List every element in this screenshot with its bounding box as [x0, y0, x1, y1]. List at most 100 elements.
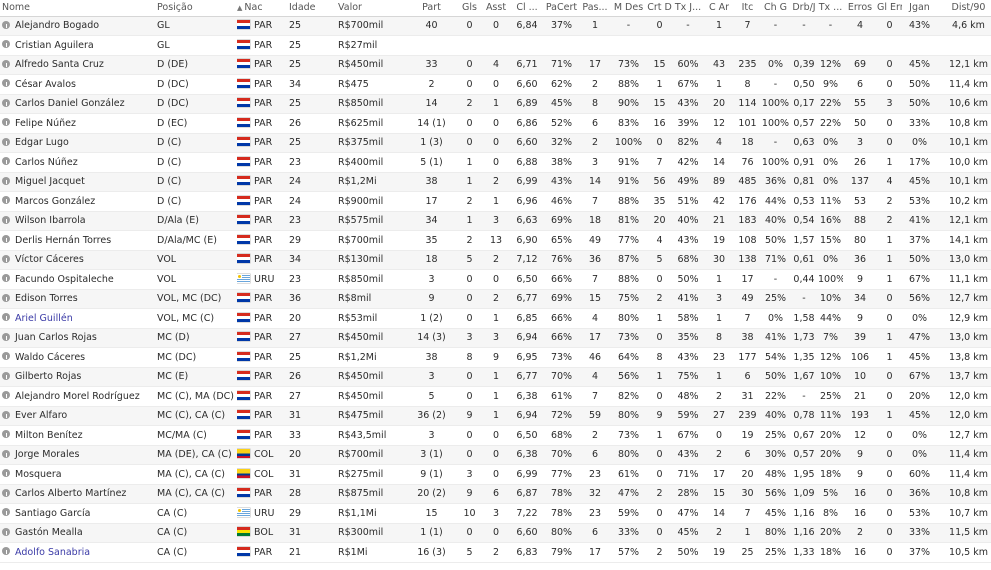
- player-name-cell[interactable]: Cristian Aguilera: [0, 35, 157, 56]
- col-header-nac[interactable]: ▲ Nac: [237, 0, 289, 17]
- table-row[interactable]: Carlos Alberto Martínez MA (C), CA (C) PAR…: [0, 484, 991, 504]
- col-header-valor[interactable]: Valor: [338, 0, 405, 17]
- table-row[interactable]: Mosquera MA (C), CA (C) COL 31 R$275mil 9 (1)…: [0, 464, 991, 485]
- player-name[interactable]: César Avalos: [15, 79, 76, 90]
- col-header-dist[interactable]: Dist/90: [937, 0, 991, 17]
- col-header-mdes[interactable]: M Des: [610, 0, 647, 17]
- table-row[interactable]: Adolfo Sanabria CA (C) PAR 21 R$1Mi 16 (3) 5 2 6…: [0, 542, 991, 563]
- info-icon[interactable]: [2, 118, 10, 127]
- info-icon[interactable]: [2, 488, 10, 497]
- player-name-cell[interactable]: César Avalos: [0, 74, 157, 95]
- info-icon[interactable]: [2, 391, 10, 400]
- info-icon[interactable]: [2, 371, 10, 380]
- col-header-car[interactable]: C Ar: [704, 0, 734, 17]
- player-name-cell[interactable]: Mosquera: [0, 464, 157, 485]
- table-row[interactable]: Edgar Lugo D (C) PAR 25 R$375mil 1 (3) 0 0 6,60 3…: [0, 133, 991, 153]
- player-name-cell[interactable]: Juan Carlos Rojas: [0, 328, 157, 348]
- col-header-erros[interactable]: Erros: [843, 0, 877, 17]
- col-header-crt[interactable]: Crt D: [647, 0, 672, 17]
- col-header-cl[interactable]: Cl ...: [511, 0, 543, 17]
- table-row[interactable]: Alejandro Morel Rodríguez MC (C), MA (DC)…: [0, 386, 991, 407]
- player-name[interactable]: Edison Torres: [15, 293, 78, 304]
- info-icon[interactable]: [2, 332, 10, 341]
- player-name[interactable]: Milton Benítez: [15, 430, 83, 441]
- col-header-gls[interactable]: Gls: [458, 0, 481, 17]
- info-icon[interactable]: [2, 215, 10, 224]
- player-name[interactable]: Ariel Guillén: [15, 313, 73, 324]
- player-name-cell[interactable]: Carlos Daniel González: [0, 94, 157, 114]
- table-row[interactable]: César Avalos D (DC) PAR 34 R$475 2 0 0 6,60 62% 2 8…: [0, 74, 991, 95]
- player-name-cell[interactable]: Derlis Hernán Torres: [0, 230, 157, 251]
- player-name-cell[interactable]: Ariel Guillén: [0, 308, 157, 329]
- player-name[interactable]: Waldo Cáceres: [15, 352, 85, 363]
- player-name-cell[interactable]: Alejandro Morel Rodríguez: [0, 386, 157, 407]
- player-name-cell[interactable]: Carlos Núñez: [0, 152, 157, 173]
- player-name[interactable]: Alejandro Morel Rodríguez: [15, 391, 140, 402]
- player-name-cell[interactable]: Víctor Cáceres: [0, 250, 157, 270]
- player-name[interactable]: Carlos Alberto Martínez: [15, 488, 126, 499]
- player-name[interactable]: Facundo Ospitaleche: [15, 274, 114, 285]
- table-row[interactable]: Milton Benítez MC/MA (C) PAR 33 R$43,5mil 3 0 0…: [0, 425, 991, 446]
- player-name[interactable]: Wilson Ibarrola: [15, 215, 86, 226]
- info-icon[interactable]: [2, 274, 10, 283]
- player-name-cell[interactable]: Miguel Jacquet: [0, 172, 157, 192]
- table-row[interactable]: Jorge Morales MA (DE), CA (C) COL 20 R$700mi…: [0, 445, 991, 465]
- player-name-cell[interactable]: Alfredo Santa Cruz: [0, 55, 157, 75]
- player-name-cell[interactable]: Marcos González: [0, 191, 157, 212]
- col-header-jgan[interactable]: Jgan: [902, 0, 937, 17]
- player-name[interactable]: Adolfo Sanabria: [15, 547, 90, 558]
- player-name[interactable]: Alejandro Bogado: [15, 20, 99, 31]
- player-name-cell[interactable]: Jorge Morales: [0, 445, 157, 465]
- info-icon[interactable]: [2, 98, 10, 107]
- player-name[interactable]: Mosquera: [15, 469, 62, 480]
- col-header-txj[interactable]: Tx J...: [672, 0, 704, 17]
- table-row[interactable]: Carlos Daniel González D (DC) PAR 25 R$850mi…: [0, 94, 991, 114]
- info-icon[interactable]: [2, 40, 10, 49]
- info-icon[interactable]: [2, 508, 10, 517]
- player-name-cell[interactable]: Edgar Lugo: [0, 133, 157, 153]
- table-row[interactable]: Facundo Ospitaleche VOL URU 23 R$850mil 3 0 0 6,…: [0, 269, 991, 290]
- player-name[interactable]: Víctor Cáceres: [15, 254, 84, 265]
- player-name-cell[interactable]: Gilberto Rojas: [0, 367, 157, 387]
- info-icon[interactable]: [2, 449, 10, 458]
- player-name-cell[interactable]: Milton Benítez: [0, 425, 157, 446]
- info-icon[interactable]: [2, 176, 10, 185]
- info-icon[interactable]: [2, 293, 10, 302]
- info-icon[interactable]: [2, 196, 10, 205]
- player-name[interactable]: Cristian Aguilera: [15, 40, 94, 51]
- player-name[interactable]: Carlos Núñez: [15, 157, 78, 168]
- col-header-asst[interactable]: Asst: [481, 0, 511, 17]
- player-name[interactable]: Gastón Mealla: [15, 527, 83, 538]
- info-icon[interactable]: [2, 59, 10, 68]
- col-header-idade[interactable]: Idade: [289, 0, 338, 17]
- info-icon[interactable]: [2, 313, 10, 322]
- player-name[interactable]: Alfredo Santa Cruz: [15, 59, 104, 70]
- player-name-cell[interactable]: Waldo Cáceres: [0, 347, 157, 368]
- table-row[interactable]: Gilberto Rojas MC (E) PAR 26 R$450mil 3 0 1 6,77…: [0, 367, 991, 387]
- player-name[interactable]: Marcos González: [15, 196, 95, 207]
- player-name[interactable]: Gilberto Rojas: [15, 371, 81, 382]
- col-header-itc[interactable]: Itc: [734, 0, 761, 17]
- info-icon[interactable]: [2, 137, 10, 146]
- info-icon[interactable]: [2, 157, 10, 166]
- table-row[interactable]: Víctor Cáceres VOL PAR 34 R$130mil 18 5 2 7,12 76…: [0, 250, 991, 270]
- info-icon[interactable]: [2, 410, 10, 419]
- player-name-cell[interactable]: Edison Torres: [0, 289, 157, 309]
- table-row[interactable]: Santiago García CA (C) URU 29 R$1,1Mi 15 10 3 7,…: [0, 503, 991, 524]
- info-icon[interactable]: [2, 352, 10, 361]
- table-row[interactable]: Marcos González D (C) PAR 24 R$900mil 17 2 1 6,9…: [0, 191, 991, 212]
- player-name[interactable]: Edgar Lugo: [15, 137, 69, 148]
- col-header-pacert[interactable]: PaCert: [543, 0, 580, 17]
- col-header-glerr[interactable]: Gl Err: [877, 0, 902, 17]
- player-name-cell[interactable]: Wilson Ibarrola: [0, 211, 157, 231]
- player-name[interactable]: Carlos Daniel González: [15, 98, 125, 109]
- info-icon[interactable]: [2, 527, 10, 536]
- player-name-cell[interactable]: Felipe Núñez: [0, 113, 157, 134]
- player-name[interactable]: Juan Carlos Rojas: [15, 332, 97, 343]
- col-header-posicao[interactable]: Posição: [157, 0, 237, 17]
- table-row[interactable]: Ariel Guillén VOL, MC (C) PAR 20 R$53mil 1 (2…: [0, 308, 991, 329]
- player-name-cell[interactable]: Carlos Alberto Martínez: [0, 484, 157, 504]
- player-name-cell[interactable]: Alejandro Bogado: [0, 16, 157, 36]
- table-row[interactable]: Carlos Núñez D (C) PAR 23 R$400mil 5 (1) 1 0 6,8…: [0, 152, 991, 173]
- table-row[interactable]: Edison Torres VOL, MC (DC) PAR 36 R$8mil 9 0 2 6…: [0, 289, 991, 309]
